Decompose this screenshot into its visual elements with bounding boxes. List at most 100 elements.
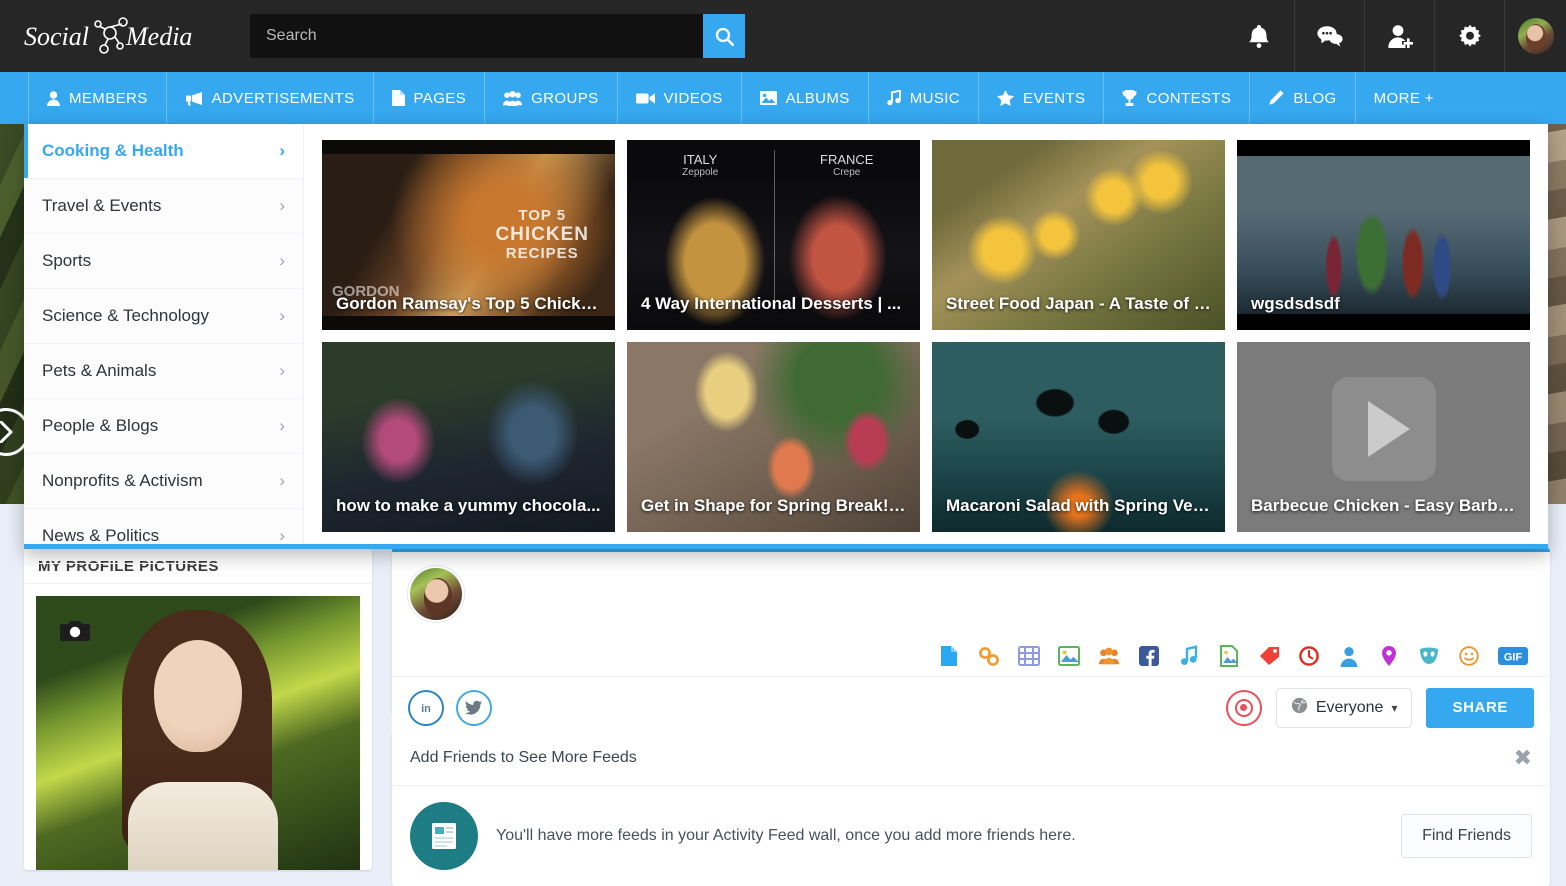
video-title: Macaroni Salad with Spring Veg... (932, 496, 1225, 516)
chevron-down-icon: ▾ (1391, 701, 1397, 715)
nav-item-groups[interactable]: GROUPS (485, 72, 617, 124)
category-item-science-technology[interactable]: Science & Technology › (24, 289, 303, 344)
search-bar (250, 14, 745, 58)
profile-pictures-card: MY PROFILE PICTURES (24, 548, 372, 870)
nav-item-pages[interactable]: PAGES (374, 72, 486, 124)
svg-text:Social: Social (24, 22, 89, 51)
nav-label: MORE + (1374, 90, 1434, 107)
category-item-news-politics[interactable]: News & Politics › (24, 509, 303, 564)
category-label: Science & Technology (42, 306, 209, 326)
profile-avatar[interactable] (1504, 0, 1566, 72)
composer-avatar (408, 566, 464, 622)
friend-requests-icon[interactable] (1364, 0, 1434, 72)
person-icon[interactable] (1338, 645, 1360, 667)
share-button[interactable]: SHARE (1426, 688, 1534, 728)
svg-text:Media: Media (125, 22, 192, 51)
video-card[interactable]: ITALY Zeppole FRANCE Crepe 4 Way Interna… (627, 140, 920, 330)
chevron-right-icon: › (279, 251, 285, 271)
thumb-overlay-line1: TOP 5 (518, 207, 566, 224)
location-pin-icon[interactable] (1378, 645, 1400, 667)
video-card[interactable]: Barbecue Chicken - Easy Barbe... (1237, 342, 1530, 532)
category-label: News & Politics (42, 526, 159, 546)
close-icon[interactable]: ✖ (1514, 747, 1532, 769)
nav-label: ADVERTISEMENTS (212, 90, 355, 107)
add-friends-header: Add Friends to See More Feeds ✖ (392, 730, 1550, 786)
facebook-icon[interactable] (1138, 645, 1160, 667)
video-card[interactable]: Street Food Japan - A Taste of D... (932, 140, 1225, 330)
nav-item-members[interactable]: MEMBERS (28, 72, 167, 124)
privacy-dropdown[interactable]: Everyone ▾ (1276, 688, 1413, 728)
gif-icon[interactable]: GIF (1498, 645, 1528, 667)
music-icon[interactable] (1178, 645, 1200, 667)
clock-icon[interactable] (1298, 645, 1320, 667)
mask-icon[interactable] (1418, 645, 1440, 667)
nav-label: PAGES (414, 90, 467, 107)
nav-label: MUSIC (910, 90, 960, 107)
add-friends-message: You'll have more feeds in your Activity … (496, 827, 1076, 845)
video-card[interactable]: TOP 5 CHICKEN RECIPES GORDON Gordon Rams… (322, 140, 615, 330)
photo-file-icon[interactable] (1218, 645, 1240, 667)
chevron-right-icon: › (279, 141, 285, 161)
nav-label: ALBUMS (786, 90, 850, 107)
category-item-nonprofits-activism[interactable]: Nonprofits & Activism › (24, 454, 303, 509)
newspaper-icon (410, 802, 478, 870)
linkedin-button[interactable]: in (408, 690, 444, 726)
link-icon[interactable] (978, 645, 1000, 667)
video-card[interactable]: Get in Shape for Spring Break! H... (627, 342, 920, 532)
nav-label: BLOG (1293, 90, 1336, 107)
video-card[interactable]: how to make a yummy chocola... (322, 342, 615, 532)
nav-item-contests[interactable]: CONTESTS (1104, 72, 1250, 124)
film-icon[interactable] (1018, 645, 1040, 667)
category-label: People & Blogs (42, 416, 158, 436)
smiley-icon[interactable] (1458, 645, 1480, 667)
category-label: Travel & Events (42, 196, 161, 216)
messages-icon[interactable] (1294, 0, 1364, 72)
nav-label: GROUPS (531, 90, 598, 107)
video-title: 4 Way International Desserts | ... (627, 294, 920, 314)
nav-item-music[interactable]: MUSIC (869, 72, 979, 124)
category-item-people-blogs[interactable]: People & Blogs › (24, 399, 303, 454)
thumb-overlay-line3: RECIPES (506, 245, 579, 262)
nav-item-advertisements[interactable]: ADVERTISEMENTS (167, 72, 374, 124)
search-input[interactable] (250, 14, 703, 58)
site-logo[interactable]: Social Media (22, 11, 202, 61)
composer-input[interactable] (464, 566, 1534, 622)
video-card[interactable]: wgsdsdsdf (1237, 140, 1530, 330)
category-item-sports[interactable]: Sports › (24, 234, 303, 289)
nav-label: MEMBERS (69, 90, 148, 107)
composer-share-row: in Everyone ▾ SHARE (392, 676, 1550, 738)
nav-item-events[interactable]: EVENTS (979, 72, 1104, 124)
category-item-cooking-health[interactable]: Cooking & Health › (24, 124, 303, 179)
composer-attachment-row: GIF (392, 636, 1550, 676)
video-title: Get in Shape for Spring Break! H... (627, 496, 920, 516)
target-icon[interactable] (1226, 690, 1262, 726)
nav-item-more[interactable]: MORE + (1356, 72, 1452, 124)
find-friends-button[interactable]: Find Friends (1401, 814, 1532, 858)
tag-icon[interactable] (1258, 645, 1280, 667)
twitter-button[interactable] (456, 690, 492, 726)
thumb-right-dish: Crepe (774, 167, 921, 178)
nav-item-albums[interactable]: ALBUMS (742, 72, 869, 124)
video-title: Barbecue Chicken - Easy Barbe... (1237, 496, 1530, 516)
nav-item-videos[interactable]: VIDEOS (618, 72, 742, 124)
category-item-pets-animals[interactable]: Pets & Animals › (24, 344, 303, 399)
svg-text:GIF: GIF (1504, 651, 1523, 663)
notifications-icon[interactable] (1224, 0, 1294, 72)
privacy-label: Everyone (1316, 699, 1384, 717)
people-icon[interactable] (1098, 645, 1120, 667)
search-button[interactable] (703, 14, 745, 58)
image-icon[interactable] (1058, 645, 1080, 667)
feed-column: GIF in Everyone ▾ SH (392, 548, 1550, 886)
profile-photo[interactable] (36, 596, 360, 870)
video-card[interactable]: Macaroni Salad with Spring Veg... (932, 342, 1225, 532)
post-composer: GIF in Everyone ▾ SH (392, 548, 1550, 716)
add-friends-title: Add Friends to See More Feeds (410, 749, 637, 767)
settings-icon[interactable] (1434, 0, 1504, 72)
nav-item-blog[interactable]: BLOG (1250, 72, 1355, 124)
category-label: Nonprofits & Activism (42, 471, 203, 491)
category-label: Sports (42, 251, 91, 271)
document-icon[interactable] (938, 645, 960, 667)
camera-icon[interactable] (58, 618, 92, 644)
top-bar-icons (1224, 0, 1566, 72)
category-item-travel-events[interactable]: Travel & Events › (24, 179, 303, 234)
